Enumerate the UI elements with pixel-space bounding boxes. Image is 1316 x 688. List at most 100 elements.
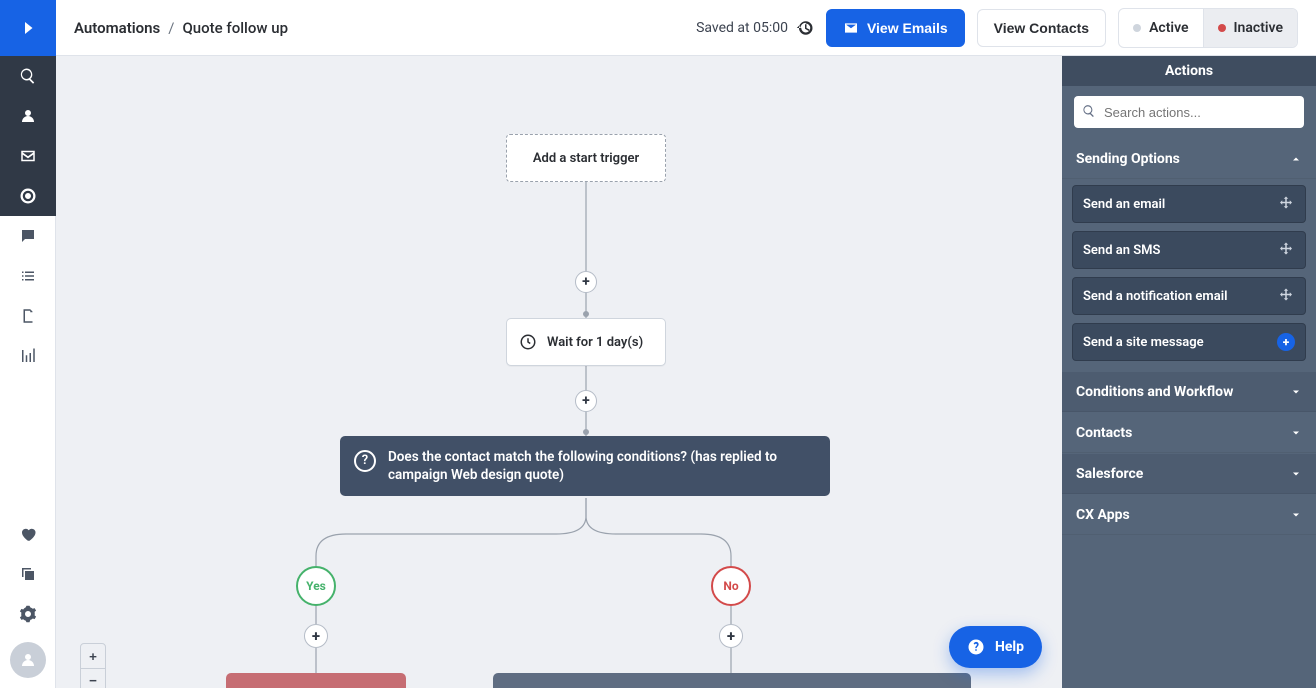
chevron-down-icon (1290, 468, 1302, 480)
help-icon (967, 638, 985, 656)
status-inactive[interactable]: Inactive (1203, 9, 1297, 47)
move-icon (1277, 195, 1295, 213)
document-icon (19, 307, 37, 325)
branch-no-label: No (723, 579, 738, 593)
section-contacts[interactable]: Contacts (1062, 413, 1316, 453)
start-trigger-label: Add a start trigger (533, 151, 639, 166)
nav-contacts[interactable] (0, 96, 56, 136)
actions-search-input[interactable] (1074, 96, 1304, 128)
chevron-right-icon (19, 19, 37, 37)
move-icon (1277, 287, 1295, 305)
action-send-notification[interactable]: Send a notification email (1072, 277, 1306, 315)
add-step-no[interactable]: + (719, 624, 743, 648)
send-email-node[interactable]: Send an email "Quote follow up - more in… (493, 673, 971, 688)
action-send-sms[interactable]: Send an SMS (1072, 231, 1306, 269)
add-step-yes[interactable]: + (304, 624, 328, 648)
breadcrumb-root[interactable]: Automations (74, 19, 160, 37)
start-trigger-node[interactable]: Add a start trigger (506, 134, 666, 182)
condition-node[interactable]: ? Does the contact match the following c… (340, 436, 830, 496)
breadcrumb: Automations / Quote follow up (74, 19, 288, 37)
branch-yes-label: Yes (306, 579, 326, 593)
section-label: Sending Options (1076, 151, 1180, 167)
action-label: Send a notification email (1083, 289, 1227, 304)
nav-duplicate[interactable] (0, 554, 56, 594)
actions-title: Actions (1062, 56, 1316, 86)
topbar: Automations / Quote follow up Saved at 0… (56, 0, 1316, 56)
status-active[interactable]: Active (1119, 9, 1202, 47)
breadcrumb-current: Quote follow up (182, 19, 288, 37)
list-icon (19, 267, 37, 285)
actions-panel: Actions Sending Options Send a (1062, 56, 1316, 688)
search-icon (19, 67, 37, 85)
view-emails-button[interactable]: View Emails (826, 9, 965, 47)
section-conditions-workflow[interactable]: Conditions and Workflow (1062, 372, 1316, 412)
chevron-down-icon (1290, 386, 1302, 398)
add-step-button-1[interactable]: + (575, 271, 597, 293)
mail-icon (19, 147, 37, 165)
nav-automations[interactable] (0, 176, 56, 216)
status-dot-inactive (1218, 24, 1226, 32)
breadcrumb-sep: / (168, 19, 174, 37)
status-toggle: Active Inactive (1118, 8, 1298, 48)
section-sending-options[interactable]: Sending Options (1062, 139, 1316, 179)
branch-yes[interactable]: Yes (296, 566, 336, 606)
nav-favorites[interactable] (0, 514, 56, 554)
zoom-in[interactable]: + (81, 644, 105, 668)
nav-reports[interactable] (0, 336, 56, 376)
avatar[interactable] (10, 642, 46, 678)
nav-conversations[interactable] (0, 216, 56, 256)
chat-icon (19, 227, 37, 245)
chevron-down-icon (1290, 427, 1302, 439)
nav-search[interactable] (0, 56, 56, 96)
section-salesforce[interactable]: Salesforce (1062, 454, 1316, 494)
view-contacts-button[interactable]: View Contacts (977, 9, 1106, 47)
action-label: Send an SMS (1083, 243, 1160, 258)
section-label: Conditions and Workflow (1076, 384, 1233, 400)
zoom-out[interactable]: − (81, 668, 105, 688)
copy-icon (19, 565, 37, 583)
nav-forms[interactable] (0, 296, 56, 336)
wait-label: Wait for 1 day(s) (547, 335, 643, 350)
mail-icon (843, 20, 859, 36)
status-active-label: Active (1149, 20, 1188, 36)
sidebar (0, 0, 56, 688)
target-icon (19, 187, 37, 205)
nav-campaigns[interactable] (0, 136, 56, 176)
automation-canvas[interactable]: Add a start trigger + Wait for 1 day(s) … (56, 56, 1062, 688)
question-icon: ? (354, 450, 376, 472)
branch-no[interactable]: No (711, 566, 751, 606)
end-automation-node[interactable]: End this automation (226, 673, 406, 688)
status-dot-active (1133, 24, 1141, 32)
saved-status: Saved at 05:00 (696, 19, 814, 37)
zoom-controls: + − (80, 643, 106, 688)
logo[interactable] (0, 0, 56, 56)
section-label: Contacts (1076, 425, 1132, 441)
search-icon (1082, 104, 1096, 118)
gear-icon (19, 605, 37, 623)
chevron-down-icon (1290, 509, 1302, 521)
nav-settings[interactable] (0, 594, 56, 634)
user-icon (19, 651, 37, 669)
help-button[interactable]: Help (949, 626, 1042, 668)
section-label: CX Apps (1076, 507, 1130, 523)
action-send-email[interactable]: Send an email (1072, 185, 1306, 223)
add-step-button-2[interactable]: + (575, 390, 597, 412)
heart-icon (19, 525, 37, 543)
chart-icon (19, 347, 37, 365)
clock-icon (519, 333, 537, 351)
section-label: Salesforce (1076, 466, 1143, 482)
section-cx-apps[interactable]: CX Apps (1062, 495, 1316, 535)
saved-text: Saved at 05:00 (696, 20, 788, 36)
action-send-site-message[interactable]: Send a site message + (1072, 323, 1306, 361)
history-icon[interactable] (796, 19, 814, 37)
view-emails-label: View Emails (867, 20, 948, 36)
users-icon (19, 107, 37, 125)
wait-node[interactable]: Wait for 1 day(s) (506, 318, 666, 366)
nav-lists[interactable] (0, 256, 56, 296)
status-inactive-label: Inactive (1234, 20, 1283, 36)
plus-icon: + (1277, 333, 1295, 351)
action-label: Send a site message (1083, 335, 1204, 350)
help-label: Help (995, 639, 1024, 655)
move-icon (1277, 241, 1295, 259)
condition-label: Does the contact match the following con… (388, 448, 816, 484)
